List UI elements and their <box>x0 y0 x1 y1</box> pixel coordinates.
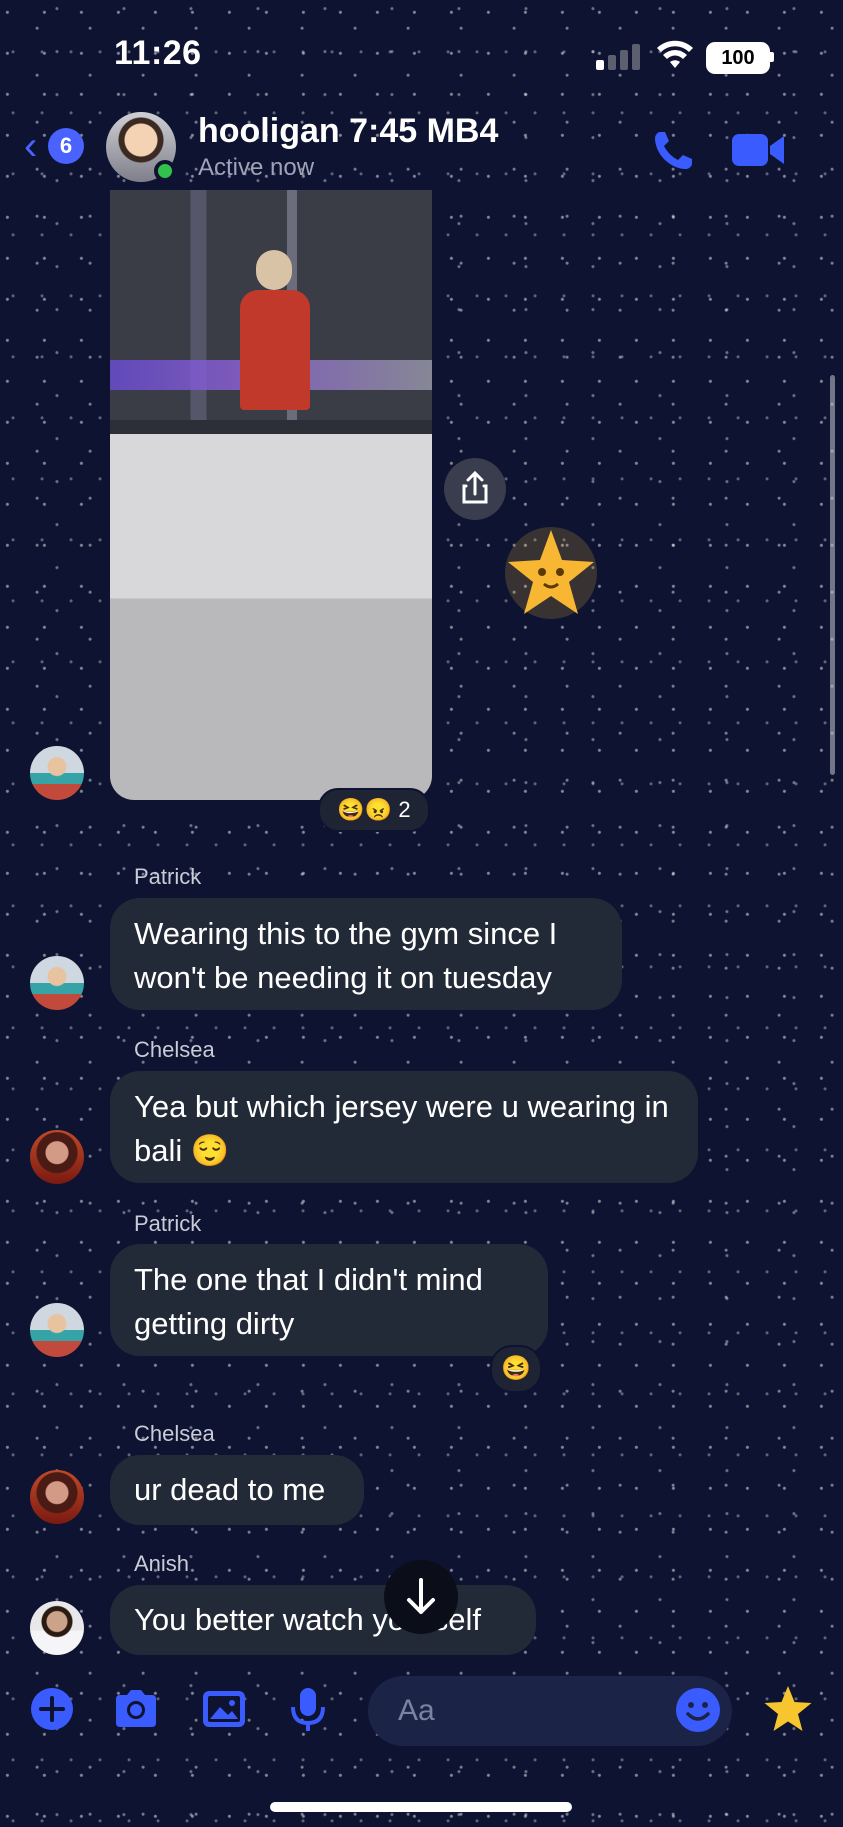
share-icon <box>462 470 488 504</box>
wifi-icon <box>657 40 693 68</box>
sender-avatar[interactable] <box>30 956 84 1010</box>
microphone-icon[interactable] <box>284 1685 332 1733</box>
image-icon[interactable] <box>200 1685 248 1733</box>
message-bubble[interactable]: ur dead to me <box>110 1455 364 1525</box>
phone-icon[interactable] <box>650 126 698 174</box>
photo-attachment[interactable] <box>110 190 432 800</box>
battery-tip <box>770 52 774 62</box>
star-icon[interactable] <box>762 1683 814 1735</box>
share-button[interactable] <box>444 458 506 520</box>
active-status: Active now <box>198 154 315 181</box>
sender-avatar[interactable] <box>30 1303 84 1357</box>
cellular-signal-icon <box>596 44 642 70</box>
unread-count-badge: 6 <box>48 128 84 164</box>
message-reaction[interactable]: 😆 <box>490 1345 542 1393</box>
back-chevron-icon: ‹ <box>24 124 38 168</box>
camera-icon[interactable] <box>112 1685 160 1733</box>
scroll-to-bottom-button[interactable] <box>384 1560 458 1634</box>
sender-name: Chelsea <box>134 1421 215 1446</box>
sender-name: Anish <box>134 1551 190 1576</box>
message-bubble[interactable]: You better watch yourself <box>110 1585 536 1655</box>
status-time: 11:26 <box>114 34 202 72</box>
message-bubble[interactable]: Yea but which jersey were u wearing in b… <box>110 1071 698 1183</box>
arrow-down-icon <box>407 1578 435 1614</box>
plus-icon[interactable] <box>28 1685 76 1733</box>
sender-avatar[interactable] <box>30 746 84 800</box>
video-camera-icon[interactable] <box>730 128 786 172</box>
sender-avatar[interactable] <box>30 1470 84 1524</box>
sender-avatar[interactable] <box>30 1130 84 1184</box>
message-bubble[interactable]: Wearing this to the gym since I won't be… <box>110 898 622 1010</box>
sender-name: Patrick <box>134 1211 202 1236</box>
message-bubble[interactable]: The one that I didn't mind getting dirty <box>110 1244 548 1356</box>
back-button[interactable]: ‹ 6 <box>24 124 94 170</box>
message-input-placeholder: Aa <box>398 1694 435 1727</box>
conversation-title[interactable]: hooligan 7:45 MB4 <box>198 112 498 151</box>
star-sticker-icon[interactable] <box>494 516 608 630</box>
sender-avatar[interactable] <box>30 1601 84 1655</box>
sender-name: Chelsea <box>134 1037 215 1062</box>
battery-indicator: 100 <box>706 42 770 74</box>
home-indicator <box>270 1802 572 1812</box>
emoji-icon[interactable] <box>674 1686 722 1734</box>
online-status-dot <box>154 160 176 182</box>
sender-name: Patrick <box>134 864 202 889</box>
message-reactions[interactable]: 😆😠 2 <box>318 788 430 832</box>
scrollbar[interactable] <box>830 375 835 775</box>
